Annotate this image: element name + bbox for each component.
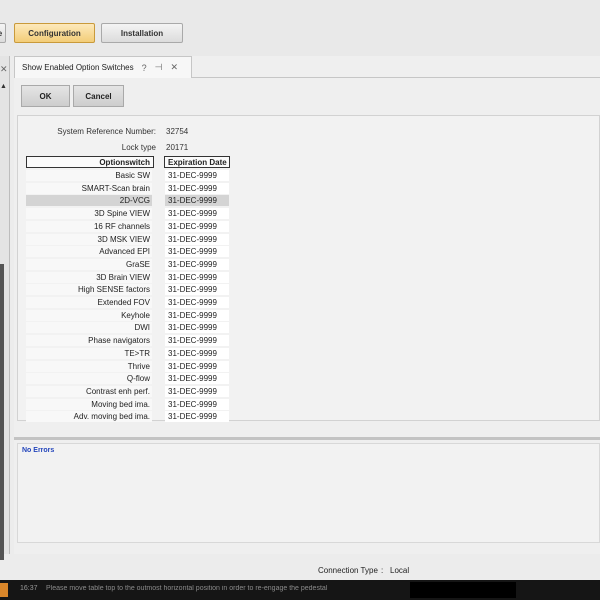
expiration-date-cell: 31-DEC-9999 [165,347,229,359]
nav-partial-button[interactable]: e [0,23,6,43]
column-header-expiration-date[interactable]: Expiration Date [164,156,230,168]
optionswitch-cell: Basic SW [26,170,152,181]
left-panel-scroll-area[interactable] [0,264,4,596]
optionswitch-cell: 16 RF channels [26,220,152,232]
expiration-date-cell: 31-DEC-9999 [165,182,229,194]
taskbar-message: Please move table top to the outmost hor… [46,585,328,592]
optionswitch-cell: Thrive [26,360,152,372]
optionswitch-cell: 2D-VCG [26,195,152,207]
connection-type-separator: : [381,566,384,575]
expiration-date-cell: 31-DEC-9999 [165,284,229,296]
optionswitch-cell: Advanced EPI [26,246,152,258]
table-row[interactable]: Contrast enh perf. 31-DEC-9999 [18,385,238,399]
table-row[interactable]: Keyhole 31-DEC-9999 [18,309,238,323]
cancel-button[interactable]: Cancel [73,85,124,107]
system-reference-label: System Reference Number: [57,127,156,136]
nav-installation-button[interactable]: Installation [101,23,183,43]
tab-show-enabled-option-switches[interactable]: Show Enabled Option Switches ? ⊣ ✕ [14,56,192,78]
status-bar: Connection Type : Local [0,560,600,580]
status-message: No Errors [22,447,55,454]
optionswitch-cell: 3D Spine VIEW [26,208,152,220]
lock-type-label: Lock type [121,143,156,152]
table-row[interactable]: TE>TR 31-DEC-9999 [18,347,238,361]
main-panel: Show Enabled Option Switches ? ⊣ ✕ OK Ca… [14,56,600,554]
system-reference-value: 32754 [166,127,189,136]
table-row[interactable]: Thrive 31-DEC-9999 [18,360,238,374]
table-row[interactable]: 3D Brain VIEW 31-DEC-9999 [18,271,238,285]
table-row[interactable]: DWI 31-DEC-9999 [18,322,238,335]
table-row[interactable]: 2D-VCG 31-DEC-9999 [18,195,238,208]
expiration-date-cell: 31-DEC-9999 [165,385,229,397]
option-switch-panel: System Reference Number: 32754 Lock type… [17,115,600,424]
optionswitch-cell: Phase navigators [26,335,152,347]
table-row[interactable]: Extended FOV 31-DEC-9999 [18,297,238,310]
top-navigation: e Configuration Installation [0,0,600,56]
left-panel: ✕ ▲ [0,56,10,596]
lock-type-value: 20171 [166,143,189,152]
connection-type-value: Local [390,566,410,575]
table-row[interactable]: Moving bed ima. 31-DEC-9999 [18,398,238,412]
table-row[interactable]: Basic SW 31-DEC-9999 [18,170,238,183]
close-icon[interactable]: ✕ [170,62,178,73]
expiration-date-cell: 31-DEC-9999 [165,398,229,410]
optionswitch-cell: Extended FOV [26,297,152,308]
expiration-date-cell: 31-DEC-9999 [165,411,229,423]
expiration-date-cell: 31-DEC-9999 [165,297,229,308]
optionswitch-cell: Contrast enh perf. [26,385,152,397]
table-row[interactable]: High SENSE factors 31-DEC-9999 [18,284,238,297]
tab-strip-border [192,77,600,78]
expiration-date-cell: 31-DEC-9999 [165,373,229,385]
expiration-date-cell: 31-DEC-9999 [165,322,229,334]
expiration-date-cell: 31-DEC-9999 [165,309,229,321]
optionswitch-cell: Adv. moving bed ima. [26,411,152,423]
taskbar-time: 16:37 [20,585,38,592]
optionswitch-cell: SMART-Scan brain [26,182,152,194]
table-row[interactable]: Q-flow 31-DEC-9999 [18,373,238,386]
table-row[interactable]: 3D MSK VIEW 31-DEC-9999 [18,233,238,247]
optionswitch-cell: 3D MSK VIEW [26,233,152,245]
expiration-date-cell: 31-DEC-9999 [165,170,229,181]
pin-icon[interactable]: ⊣ [155,62,163,73]
expiration-date-cell: 31-DEC-9999 [165,335,229,347]
table-row[interactable]: Phase navigators 31-DEC-9999 [18,335,238,348]
connection-type-label: Connection Type [318,566,378,575]
table-row[interactable]: 16 RF channels 31-DEC-9999 [18,220,238,234]
message-panel: No Errors [17,443,600,543]
splitter[interactable] [14,437,600,440]
table-row[interactable]: 3D Spine VIEW 31-DEC-9999 [18,208,238,221]
taskbar-black-panel [410,582,516,598]
question-mark-icon[interactable]: ? [142,63,147,73]
optionswitch-cell: High SENSE factors [26,284,152,296]
left-panel-marker-icon: ▲ [0,83,7,90]
nav-configuration-button[interactable]: Configuration [14,23,95,43]
expiration-date-cell: 31-DEC-9999 [165,258,229,270]
optionswitch-cell: DWI [26,322,152,334]
left-panel-close-icon[interactable]: ✕ [0,64,8,75]
optionswitch-cell: 3D Brain VIEW [26,271,152,283]
optionswitch-cell: Keyhole [26,309,152,321]
expiration-date-cell: 31-DEC-9999 [165,195,229,207]
expiration-date-cell: 31-DEC-9999 [165,233,229,245]
expiration-date-cell: 31-DEC-9999 [165,208,229,220]
expiration-date-cell: 31-DEC-9999 [165,271,229,283]
table-row[interactable]: Adv. moving bed ima. 31-DEC-9999 [18,411,238,424]
table-row[interactable]: GraSE 31-DEC-9999 [18,258,238,272]
optionswitch-cell: Q-flow [26,373,152,385]
tab-title: Show Enabled Option Switches [22,63,134,72]
app-icon[interactable] [0,583,8,597]
expiration-date-cell: 31-DEC-9999 [165,360,229,372]
table-row[interactable]: Advanced EPI 31-DEC-9999 [18,246,238,259]
table-row[interactable]: SMART-Scan brain 31-DEC-9999 [18,182,238,196]
ok-button[interactable]: OK [21,85,70,107]
column-header-optionswitch[interactable]: Optionswitch [26,156,154,168]
optionswitch-cell: Moving bed ima. [26,398,152,410]
optionswitch-cell: TE>TR [26,347,152,359]
taskbar: 16:37 Please move table top to the outmo… [0,580,600,600]
expiration-date-cell: 31-DEC-9999 [165,220,229,232]
expiration-date-cell: 31-DEC-9999 [165,246,229,258]
optionswitch-cell: GraSE [26,258,152,270]
